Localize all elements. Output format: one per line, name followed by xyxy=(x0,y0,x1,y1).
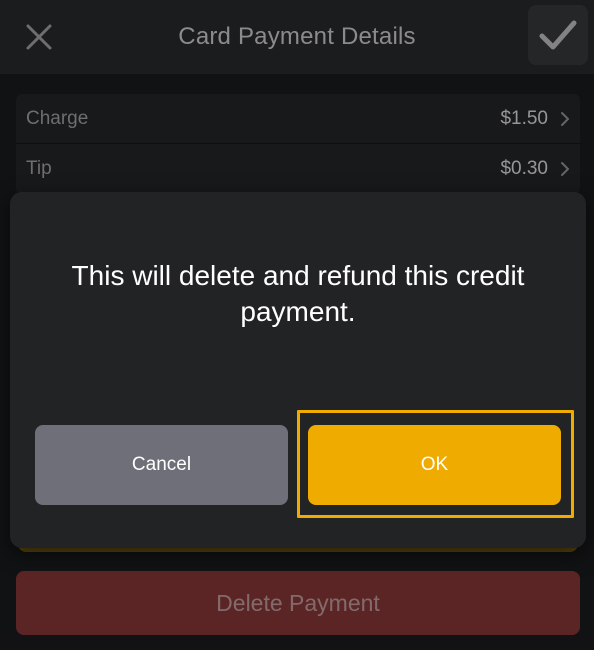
cancel-button[interactable]: Cancel xyxy=(35,425,288,505)
ok-button[interactable]: OK xyxy=(308,425,561,505)
confirm-dialog: This will delete and refund this credit … xyxy=(10,192,586,548)
dialog-message: This will delete and refund this credit … xyxy=(71,260,525,327)
